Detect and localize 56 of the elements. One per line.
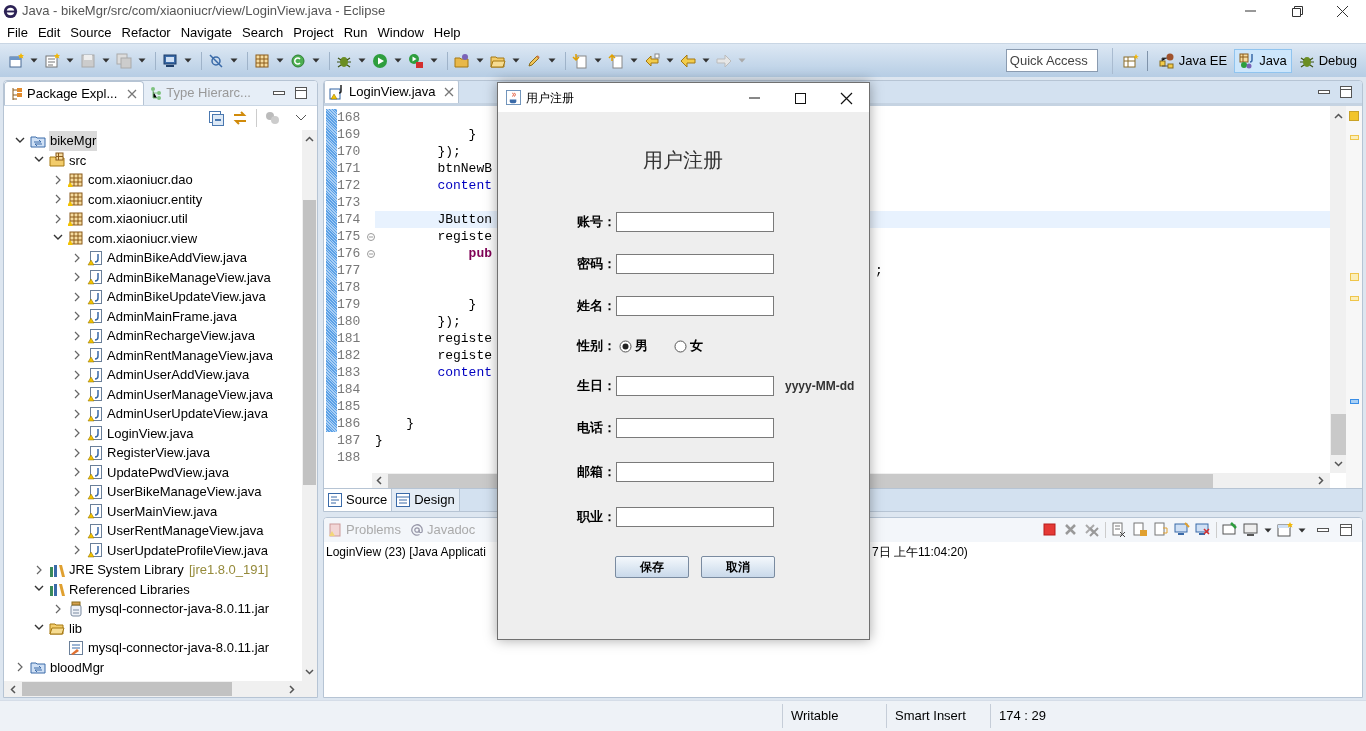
code-text: registe (436, 329, 493, 348)
line-number: 171 (337, 160, 362, 177)
line-number: 174 (337, 211, 362, 228)
format-hint: yyyy-MM-dd (785, 378, 855, 395)
code-text: }); (436, 142, 461, 161)
tree-item-decoration: [jre1.8.0_191] (188, 561, 269, 579)
line-number: 179 (337, 296, 362, 313)
code-text: ; (875, 261, 883, 280)
status-text: 174 : 29 (999, 707, 1046, 726)
line-number: 178 (337, 279, 362, 296)
line-number: 173 (337, 194, 362, 211)
line-number: 175 (337, 228, 362, 245)
console-text: 7日 上午11:04:20) (872, 544, 968, 561)
line-number: 185 (337, 398, 362, 415)
field-label: 密码： (576, 255, 616, 274)
line-number: 180 (337, 313, 362, 330)
field-label: 账号： (576, 213, 616, 232)
code-text: JButton (436, 210, 493, 229)
code-text: registe (436, 346, 493, 365)
line-number: 168 (337, 109, 362, 126)
code-text: content (436, 176, 493, 195)
line-number: 170 (337, 143, 362, 160)
line-number: 184 (337, 381, 362, 398)
line-number: 172 (337, 177, 362, 194)
field-label: 邮箱： (576, 463, 616, 482)
code-text: btnNewB (436, 159, 493, 178)
radio-label: 男 (635, 337, 648, 356)
line-number: 182 (337, 347, 362, 364)
status-text: Smart Insert (895, 707, 966, 726)
status-text: Writable (791, 707, 839, 726)
field-label: 生日： (576, 377, 616, 396)
line-number: 188 (337, 449, 362, 466)
radio-label: 女 (690, 337, 703, 356)
line-number: 181 (337, 330, 362, 347)
line-number: 177 (337, 262, 362, 279)
code-text: } (467, 295, 477, 314)
field-label: 职业： (576, 508, 616, 527)
console-text: LoginView (23) [Java Applicati (326, 544, 486, 561)
code-text: } (467, 125, 477, 144)
code-text: pub (467, 244, 493, 263)
line-number: 186 (337, 415, 362, 432)
code-text: registe (436, 227, 493, 246)
line-number: 187 (337, 432, 362, 449)
code-text: } (405, 414, 414, 433)
window-title: Java - bikeMgr/src/com/xiaoniucr/view/LoginView.java - Eclipse (22, 2, 386, 21)
line-number: 176 (337, 245, 362, 262)
code-text: content (436, 363, 493, 382)
code-text: } (375, 431, 383, 450)
field-label: 姓名： (576, 297, 616, 316)
line-number: 169 (337, 126, 362, 143)
field-label: 电话： (576, 419, 616, 438)
dialog-title: 用户注册 (526, 89, 574, 107)
code-text: }); (436, 312, 461, 331)
dialog-heading: 用户注册 (642, 148, 723, 172)
field-label: 性别： (575, 337, 616, 356)
line-number: 183 (337, 364, 362, 381)
